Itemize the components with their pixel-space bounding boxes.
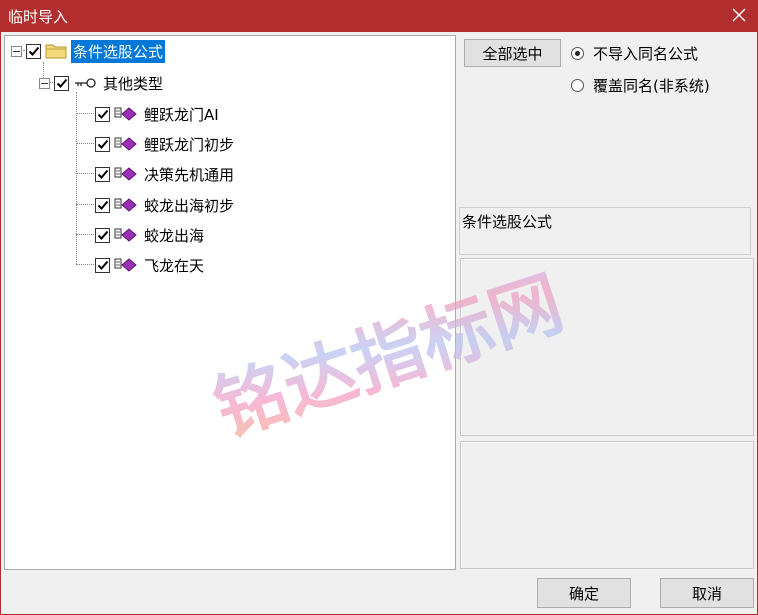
checkbox-item[interactable] xyxy=(95,257,110,273)
radio-label: 不导入同名公式 xyxy=(593,45,699,63)
formula-icon xyxy=(114,106,138,122)
formula-icon xyxy=(114,166,138,182)
formula-tree[interactable]: 条件选股公式 其他类型 鲤跃龙门AI 鲤跃龙门初步 决策先机通用 蛟龙出海初步 … xyxy=(4,35,456,570)
tree-item[interactable]: 飞龙在天 xyxy=(95,253,206,277)
radio-indicator xyxy=(571,47,584,60)
close-button[interactable] xyxy=(726,2,752,28)
tree-node-label: 飞龙在天 xyxy=(144,256,205,275)
title-bar: 临时导入 xyxy=(0,0,758,32)
tree-guide-line xyxy=(76,173,96,174)
category-label: 条件选股公式 xyxy=(462,213,553,231)
checkbox-item[interactable] xyxy=(95,136,110,152)
formula-icon xyxy=(114,227,138,243)
tree-item[interactable]: 蛟龙出海 xyxy=(95,223,206,247)
description-box[interactable] xyxy=(460,258,754,436)
tree-guide-line xyxy=(76,234,96,235)
formula-icon xyxy=(114,197,138,213)
tree-guide-line xyxy=(76,264,96,265)
checkbox-item[interactable] xyxy=(95,197,110,213)
tree-node-label: 鲤跃龙门初步 xyxy=(144,135,235,154)
collapse-toggle[interactable] xyxy=(11,45,22,57)
checkbox-item[interactable] xyxy=(95,227,110,243)
checkbox-root[interactable] xyxy=(26,43,41,59)
checkmark-icon xyxy=(97,200,108,210)
checkmark-icon xyxy=(97,169,108,179)
checkmark-icon xyxy=(28,46,39,56)
key-icon xyxy=(73,76,97,90)
checkmark-icon xyxy=(97,230,108,240)
tree-guide-line xyxy=(76,113,96,114)
window-title: 临时导入 xyxy=(8,8,69,26)
tree-guide-line xyxy=(76,204,96,205)
checkmark-icon xyxy=(97,260,108,270)
tree-guide-line xyxy=(76,143,96,144)
close-icon xyxy=(732,8,746,22)
checkmark-icon xyxy=(56,78,67,88)
checkbox-item[interactable] xyxy=(95,106,110,122)
tree-item[interactable]: 决策先机通用 xyxy=(95,162,236,186)
cancel-button[interactable]: 取消 xyxy=(660,578,754,608)
tree-node-label: 鲤跃龙门AI xyxy=(144,105,219,124)
formula-icon xyxy=(114,257,138,273)
folder-icon xyxy=(45,42,67,60)
select-all-button[interactable]: 全部选中 xyxy=(464,39,561,67)
radio-no-import[interactable]: 不导入同名公式 xyxy=(571,43,698,64)
tree-node-label: 决策先机通用 xyxy=(144,165,235,184)
category-info: 条件选股公式 xyxy=(459,207,751,255)
detail-box[interactable] xyxy=(460,441,754,569)
tree-item[interactable]: 蛟龙出海初步 xyxy=(95,193,236,217)
tree-node-label: 条件选股公式 xyxy=(71,39,166,63)
radio-indicator xyxy=(571,79,584,92)
tree-node-label: 其他类型 xyxy=(103,74,164,93)
ok-button[interactable]: 确定 xyxy=(537,578,631,608)
radio-overwrite[interactable]: 覆盖同名(非系统) xyxy=(571,75,710,96)
checkbox-group[interactable] xyxy=(54,75,69,91)
radio-label: 覆盖同名(非系统) xyxy=(593,77,710,95)
tree-item[interactable]: 鲤跃龙门AI xyxy=(95,102,221,126)
formula-icon xyxy=(114,136,138,152)
collapse-toggle[interactable] xyxy=(39,77,50,89)
checkbox-item[interactable] xyxy=(95,166,110,182)
tree-node-label: 蛟龙出海初步 xyxy=(144,196,235,215)
checkmark-icon xyxy=(97,139,108,149)
tree-guide-line xyxy=(76,92,77,264)
tree-node-label: 蛟龙出海 xyxy=(144,226,205,245)
checkmark-icon xyxy=(97,109,108,119)
dialog-body: 条件选股公式 其他类型 鲤跃龙门AI 鲤跃龙门初步 决策先机通用 蛟龙出海初步 … xyxy=(0,32,758,615)
tree-node-root[interactable]: 条件选股公式 xyxy=(11,39,166,63)
tree-item[interactable]: 鲤跃龙门初步 xyxy=(95,132,236,156)
tree-node-group[interactable]: 其他类型 xyxy=(39,71,165,95)
